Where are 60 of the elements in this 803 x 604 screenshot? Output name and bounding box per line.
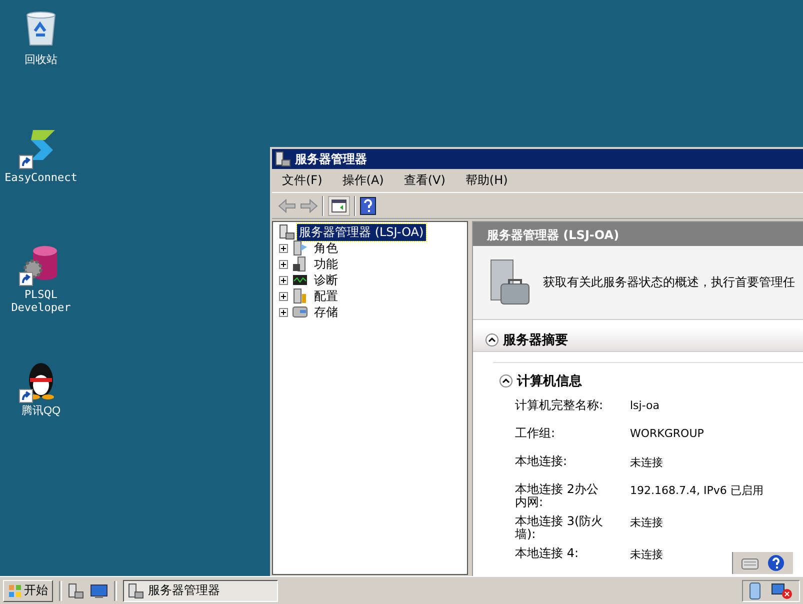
collapse-chevron-icon[interactable] xyxy=(499,374,513,388)
menu-item[interactable]: 文件(F) xyxy=(278,170,326,191)
help-icon[interactable] xyxy=(360,196,376,214)
description-text: 获取有关此服务器状态的概述，执行首要管理任 xyxy=(543,274,795,291)
shortcut-arrow-icon xyxy=(19,155,33,169)
expand-toggle[interactable] xyxy=(279,292,288,300)
start-button[interactable]: 开始 xyxy=(3,580,53,602)
menu-item[interactable]: 帮助(H) xyxy=(461,170,512,191)
tree-item[interactable]: 服务器管理器 (LSJ-OA) xyxy=(297,224,426,240)
windows-flag-icon xyxy=(8,584,22,598)
info-value: 未连接 xyxy=(630,515,663,531)
roles-icon xyxy=(292,240,308,256)
server-icon[interactable] xyxy=(68,582,84,598)
info-value: 192.168.7.4, IPv6 已启用 xyxy=(630,483,764,499)
window-title: 服务器管理器 xyxy=(295,150,367,168)
info-label: 本地连接: xyxy=(515,455,568,470)
collapse-chevron-icon[interactable] xyxy=(485,332,499,346)
console-tree-icon[interactable] xyxy=(328,196,350,216)
tree-item[interactable]: 配置 xyxy=(312,288,340,304)
storage-icon xyxy=(292,304,308,320)
server-icon xyxy=(275,151,291,167)
info-label: 本地连接 4: xyxy=(515,547,580,562)
taskbar-button[interactable]: 服务器管理器 xyxy=(123,580,278,602)
tree-item[interactable]: 角色 xyxy=(312,240,340,256)
info-label: 本地连接 3(防火墙): xyxy=(515,515,604,541)
tree-item[interactable]: 功能 xyxy=(312,256,340,272)
subsection-title: 计算机信息 xyxy=(517,373,582,390)
info-label: 工作组: xyxy=(515,427,556,442)
pane-title: 服务器管理器 (LSJ-OA) xyxy=(473,222,803,246)
shortcut-arrow-icon xyxy=(19,272,33,286)
expand-toggle[interactable] xyxy=(279,244,288,252)
section-header[interactable]: 服务器摘要 xyxy=(473,328,803,352)
shortcut-arrow-icon xyxy=(19,389,33,403)
tree-item[interactable]: 存储 xyxy=(312,304,340,320)
info-value: 未连接 xyxy=(630,547,663,563)
info-value: lsj-oa xyxy=(630,399,660,414)
server-icon xyxy=(279,224,295,240)
config-icon xyxy=(292,288,308,304)
help-icon[interactable] xyxy=(767,554,785,572)
tree-item[interactable]: 诊断 xyxy=(312,272,340,288)
info-value: WORKGROUP xyxy=(630,427,704,442)
network-error-icon[interactable] xyxy=(771,582,793,600)
expand-toggle[interactable] xyxy=(279,276,288,284)
expand-toggle[interactable] xyxy=(279,260,288,268)
server-icon xyxy=(128,582,144,598)
desktop-icon[interactable] xyxy=(90,582,108,598)
info-label: 计算机完整名称: xyxy=(515,399,604,414)
menu-item[interactable]: 查看(V) xyxy=(400,170,450,191)
section-title: 服务器摘要 xyxy=(503,332,568,348)
icon-label[interactable]: EasyConnect xyxy=(2,171,80,184)
device-icon[interactable] xyxy=(749,582,761,600)
icon-label[interactable]: 腾讯QQ xyxy=(2,405,80,418)
icon-label[interactable]: PLSQL Developer xyxy=(2,288,80,314)
info-value: 未连接 xyxy=(630,455,663,471)
expand-toggle[interactable] xyxy=(279,308,288,316)
features-icon xyxy=(292,256,308,272)
diagnostics-icon xyxy=(292,272,308,288)
icon-label[interactable]: 回收站 xyxy=(2,54,80,67)
menu-item[interactable]: 操作(A) xyxy=(338,170,388,191)
info-label: 本地连接 2办公内网: xyxy=(515,483,600,509)
